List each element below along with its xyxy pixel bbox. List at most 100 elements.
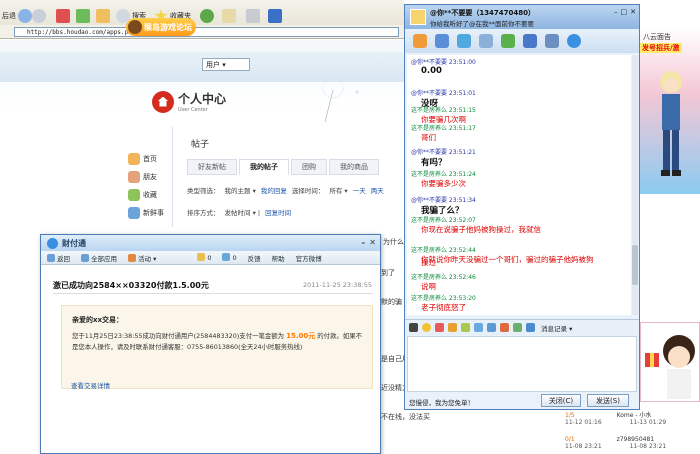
message-input[interactable] [407,336,637,392]
refresh-icon [76,9,90,23]
message-record-button[interactable]: 消息记录 ▾ [541,323,572,333]
music-icon[interactable] [513,323,522,332]
nav-activity[interactable]: 活动 ▾ [128,253,156,263]
history-button[interactable] [200,8,214,24]
message-body: 你要骗多少次 [421,179,466,188]
minimize-icon[interactable]: – [361,238,365,247]
qq-show-ad[interactable] [640,322,700,402]
table-row: 0/1 z798950481 11-08 23:21 11-08 23:21 [565,436,667,450]
content-panel: 帖子 好友新帖 我的帖子 团购 我的商品 类型筛选： 我的主题 ▾ 我的回复 选… [172,127,404,227]
chat-message: 这不是房养么 23:52:07 你现在说骗子他妈被狗操过，我就信 [411,215,541,235]
side-nav-news[interactable]: 新鲜事 [128,204,170,222]
emoji-icon[interactable] [422,323,431,332]
nav-all-apps[interactable]: 全部应用 [81,253,117,263]
image-icon[interactable] [474,323,483,332]
chat-message: 这不是房养么 23:51:15 你要骗几次啊 [411,105,476,125]
filter-time-all[interactable]: 所有 ▾ [329,185,347,195]
site-logo[interactable]: 猴岛游戏论坛 [126,18,196,36]
filter-my-replies[interactable]: 我的回复 [261,185,287,195]
message-header: 这不是房养么 23:52:46 [411,274,476,281]
avatar[interactable] [410,9,426,25]
side-nav-favorites[interactable]: 收藏 [128,186,170,204]
address-input[interactable]: http://bbs.houdao.com/apps.php?q=article [14,27,399,37]
minimize-icon[interactable]: – [614,8,618,16]
skype-icon[interactable] [567,34,581,48]
qq-chat-window: @你**不要要（1347470480） 你给我听好了@在我**面前你不要要 – … [404,4,640,410]
sort-post-time[interactable]: 发帖时间 ▾ | [225,207,261,217]
screenshot-icon[interactable] [487,323,496,332]
view-transaction-link[interactable]: 查看交易详情 [71,380,110,390]
back-button[interactable]: 后退 [2,8,32,24]
divider [53,293,373,294]
print-button[interactable] [246,8,260,24]
nav-weibo[interactable]: 官方微博 [296,253,322,263]
magic-icon[interactable] [435,323,444,332]
side-nav-friends[interactable]: 朋友 [128,168,170,186]
stop-button[interactable] [56,8,70,24]
chat-message: 这不是房养么 23:51:24 你要骗多少次 [411,169,476,189]
close-button[interactable]: 关闭(C) [541,394,581,407]
filter-my-topics[interactable]: 我的主题 ▾ [225,185,256,195]
scrollbar-thumb[interactable] [632,245,638,285]
user-dropdown[interactable]: 用户 ▾ [202,58,250,71]
back-arrow-icon [18,9,32,23]
nav-back[interactable]: 返回 [47,253,70,263]
back-icon [47,253,55,262]
voice-icon[interactable] [435,34,449,48]
payment-amount: 15.00元 [286,332,316,340]
send-button[interactable]: 发送(S) [587,394,629,407]
filter-two-days[interactable]: 两天 [371,185,384,195]
gift-icon[interactable] [500,323,509,332]
font-icon[interactable] [409,323,418,332]
refresh-button[interactable] [76,8,90,24]
message-list[interactable]: @你**不要要 23:51:00 0.00 @你**不要要 23:51:01 没呀 这不… [407,55,631,315]
app-icon[interactable] [501,34,515,48]
message-header: 这不是房养么 23:51:24 [411,171,476,178]
side-nav-home[interactable]: 首页 [128,150,170,168]
back-label: 后退 [2,12,16,20]
settings-icon[interactable] [545,34,559,48]
scrollbar[interactable] [632,55,638,315]
edit-button[interactable] [268,8,282,24]
group-icon[interactable] [523,34,537,48]
mail-button[interactable] [222,8,236,24]
message-body: 说啊 [421,282,436,291]
address-bar: http://bbs.houdao.com/apps.php?q=article [0,25,404,39]
close-icon[interactable]: ✕ [369,238,376,247]
dandelion-icon [322,77,359,122]
voice-msg-icon[interactable] [461,323,470,332]
stop-icon [56,9,70,23]
shake-icon[interactable] [448,323,457,332]
forward-button[interactable] [32,8,46,24]
tab-group-buy[interactable]: 团购 [291,159,327,175]
user-center-title: 个人中心 [178,92,227,106]
sort-reply-time[interactable]: 回复时间 [265,207,291,217]
file-icon[interactable] [457,34,471,48]
favorites-icon [128,189,140,201]
filter-row: 类型筛选： 我的主题 ▾ 我的回复 选择时间： 所有 ▾ 一天 两天 [187,185,384,195]
close-icon[interactable]: ✕ [630,8,636,16]
maximize-icon[interactable]: □ [621,8,628,16]
monkey-logo-icon [128,20,142,34]
nav-msg-count[interactable]: 0 [222,253,237,262]
chat-message: 这不是房养么 23:52:46 说啊 [411,272,476,292]
nav-mail-count[interactable]: 0 [197,253,211,262]
footer-text: 您慢侵，我为您免单！ [409,398,474,407]
tab-my-products[interactable]: 我的商品 [329,159,379,175]
nav-feedback[interactable]: 反馈 [248,253,261,263]
message-icon [222,253,231,261]
video-icon[interactable] [413,34,427,48]
chat-message: 这不是房养么 23:52:44 你就说你昨天没骗过一个哥们，骗过的骗子他妈被狗 [411,245,594,265]
ad-banner[interactable]: 八云面告 发号招兵/激 [640,28,700,194]
tab-friend-posts[interactable]: 好友新帖 [187,159,237,175]
side-nav: 首页 朋友 收藏 新鲜事 [128,150,170,222]
tab-my-posts[interactable]: 我的帖子 [239,159,289,175]
message-body: 你现在说骗子他妈被狗操过，我就信 [421,225,541,234]
chat-message: @你**不要要 23:51:21 有吗？ [411,147,476,168]
poke-icon[interactable] [526,323,535,332]
filter-one-day[interactable]: 一天 [353,185,366,195]
screen-icon[interactable] [479,34,493,48]
payment-date: 2011-11-25 23:38:55 [302,281,372,289]
home-button[interactable] [96,8,110,24]
nav-help[interactable]: 帮助 [272,253,285,263]
